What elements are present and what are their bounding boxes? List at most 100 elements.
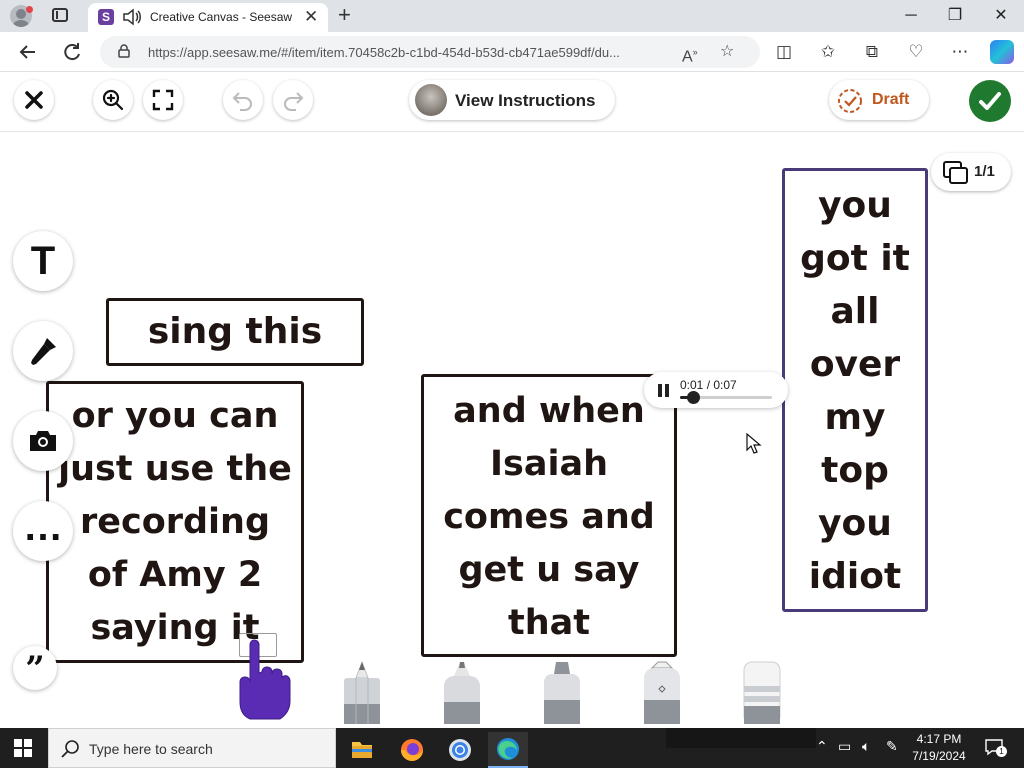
teacher-avatar xyxy=(415,84,447,116)
undo-icon xyxy=(232,92,252,111)
back-arrow-icon[interactable] xyxy=(16,40,40,64)
lock-icon[interactable] xyxy=(118,44,130,58)
textbox-line: sing this xyxy=(147,311,323,352)
draft-check-icon xyxy=(838,89,862,113)
more-tools-button[interactable]: … xyxy=(13,501,73,561)
restore-icon[interactable]: ❐ xyxy=(940,4,970,28)
window-close-icon[interactable]: ✕ xyxy=(986,4,1016,28)
microphone-tool-button[interactable] xyxy=(13,321,73,381)
chrome-icon[interactable] xyxy=(440,732,480,768)
text-tool-button[interactable]: T xyxy=(13,231,73,291)
clock-time: 4:17 PM xyxy=(916,732,962,746)
audio-player[interactable]: 0:01 / 0:07 xyxy=(644,372,788,408)
textbox-line: get u say xyxy=(458,550,640,590)
textbox-recording-note[interactable]: or you can just use the recording of Amy… xyxy=(46,381,304,663)
mouse-cursor-icon xyxy=(746,433,762,454)
textbox-isaiah-note[interactable]: and when Isaiah comes and get u say that xyxy=(421,374,677,657)
tab-title: Creative Canvas - Seesaw xyxy=(150,10,293,24)
firefox-icon[interactable] xyxy=(392,732,432,768)
eraser-tool-icon[interactable] xyxy=(742,660,782,724)
url-text[interactable]: https://app.seesaw.me/#/item/item.70458c… xyxy=(148,45,668,60)
notification-icon[interactable]: 1 xyxy=(984,738,1007,757)
textbox-line: my xyxy=(824,397,886,438)
fullscreen-icon xyxy=(152,89,174,111)
hand-pointer-icon xyxy=(239,639,291,720)
quote-tool-button[interactable]: ” xyxy=(13,646,57,690)
split-screen-icon[interactable]: ◫ xyxy=(772,40,796,64)
textbox-line: or you can xyxy=(71,396,279,436)
pen-icon[interactable]: ✎ xyxy=(886,738,898,755)
chevron-up-icon[interactable]: ⌃ xyxy=(816,738,828,755)
fullscreen-button[interactable] xyxy=(143,80,183,120)
textbox-line: and when xyxy=(453,391,645,431)
windows-start-icon[interactable] xyxy=(14,739,32,757)
favorites-icon[interactable]: ✩ xyxy=(816,40,840,64)
volume-icon[interactable]: 🔈︎ xyxy=(862,738,870,755)
read-aloud-icon[interactable]: A» xyxy=(682,40,698,69)
textbox-vertical-message[interactable]: you got it all over my top you idiot xyxy=(782,168,928,612)
collections-icon[interactable]: ⧉ xyxy=(860,40,884,64)
search-placeholder: Type here to search xyxy=(89,741,213,757)
pencil-tool-icon[interactable] xyxy=(342,660,382,724)
textbox-line: you xyxy=(818,185,892,226)
copilot-icon[interactable] xyxy=(990,40,1014,64)
minimize-icon[interactable]: ─ xyxy=(896,4,926,28)
search-icon xyxy=(61,740,79,758)
zoom-button[interactable] xyxy=(93,80,133,120)
textbox-line: over xyxy=(809,344,901,385)
quote-icon: ” xyxy=(25,649,45,689)
text-tool-icon: T xyxy=(30,239,56,283)
glitter-pen-tool-icon[interactable] xyxy=(642,660,682,724)
textbox-line: idiot xyxy=(808,556,902,597)
taskbar-clock[interactable]: 4:17 PM 7/19/2024 xyxy=(908,731,970,765)
seesaw-favicon: S xyxy=(98,9,114,25)
redo-icon xyxy=(284,92,304,111)
speaker-icon[interactable] xyxy=(122,8,142,26)
address-bar[interactable]: https://app.seesaw.me/#/item/item.70458c… xyxy=(100,36,760,68)
network-icon[interactable]: ▭ xyxy=(838,738,851,755)
new-tab-icon[interactable]: + xyxy=(338,3,351,27)
taskbar-search-box[interactable]: Type here to search xyxy=(48,728,336,768)
close-tab-icon[interactable]: ✕ xyxy=(304,7,318,27)
draft-button[interactable]: Draft xyxy=(829,80,929,120)
audio-time: 0:01 / 0:07 xyxy=(680,378,737,392)
audio-scrubber[interactable] xyxy=(680,391,772,404)
checkmark-icon xyxy=(979,92,1001,110)
star-icon[interactable]: ☆ xyxy=(720,40,734,64)
more-icon[interactable]: ⋯ xyxy=(948,40,972,64)
draft-label: Draft xyxy=(872,91,910,108)
camera-tool-button[interactable] xyxy=(13,411,73,471)
crayon-tool-icon[interactable] xyxy=(442,660,482,724)
textbox-line: got it xyxy=(800,238,910,279)
camera-icon xyxy=(30,431,56,451)
textbox-line: of Amy 2 xyxy=(87,555,263,595)
windows-taskbar: Type here to search ⌃ ▭ 🔈︎ ✎ 4:17 PM 7/1… xyxy=(0,728,1024,768)
browser-tab[interactable]: S Creative Canvas - Seesaw ✕ xyxy=(88,3,328,32)
edge-icon[interactable] xyxy=(488,732,528,768)
textbox-line: you xyxy=(818,503,892,544)
zoom-in-icon xyxy=(102,89,124,111)
close-button[interactable] xyxy=(14,80,54,120)
page-indicator-label: 1/1 xyxy=(974,163,995,180)
notification-count: 1 xyxy=(996,746,1007,757)
heartbeat-icon[interactable]: ♡ xyxy=(904,40,928,64)
page-indicator-button[interactable]: 1/1 xyxy=(931,153,1011,191)
textbox-sing-this[interactable]: sing this xyxy=(106,298,364,366)
pause-icon[interactable] xyxy=(658,384,670,397)
undo-button[interactable] xyxy=(223,80,263,120)
done-button[interactable] xyxy=(969,80,1011,122)
creative-canvas[interactable]: 1/1 sing this or you can just use the re… xyxy=(4,133,1020,724)
tab-actions-icon[interactable] xyxy=(52,8,68,22)
redo-button[interactable] xyxy=(273,80,313,120)
browser-tab-bar: S Creative Canvas - Seesaw ✕ + ─ ❐ ✕ xyxy=(0,0,1024,32)
refresh-icon[interactable] xyxy=(60,40,84,64)
audio-scrubber-handle[interactable] xyxy=(686,391,700,404)
view-instructions-label: View Instructions xyxy=(455,91,596,110)
pages-icon xyxy=(943,161,968,184)
file-explorer-icon[interactable] xyxy=(342,732,382,768)
taskbar-gap xyxy=(666,728,816,748)
clock-date: 7/19/2024 xyxy=(912,749,966,763)
marker-tool-icon[interactable] xyxy=(542,660,582,724)
microphone-icon xyxy=(31,338,56,365)
view-instructions-button[interactable]: View Instructions xyxy=(409,80,615,120)
